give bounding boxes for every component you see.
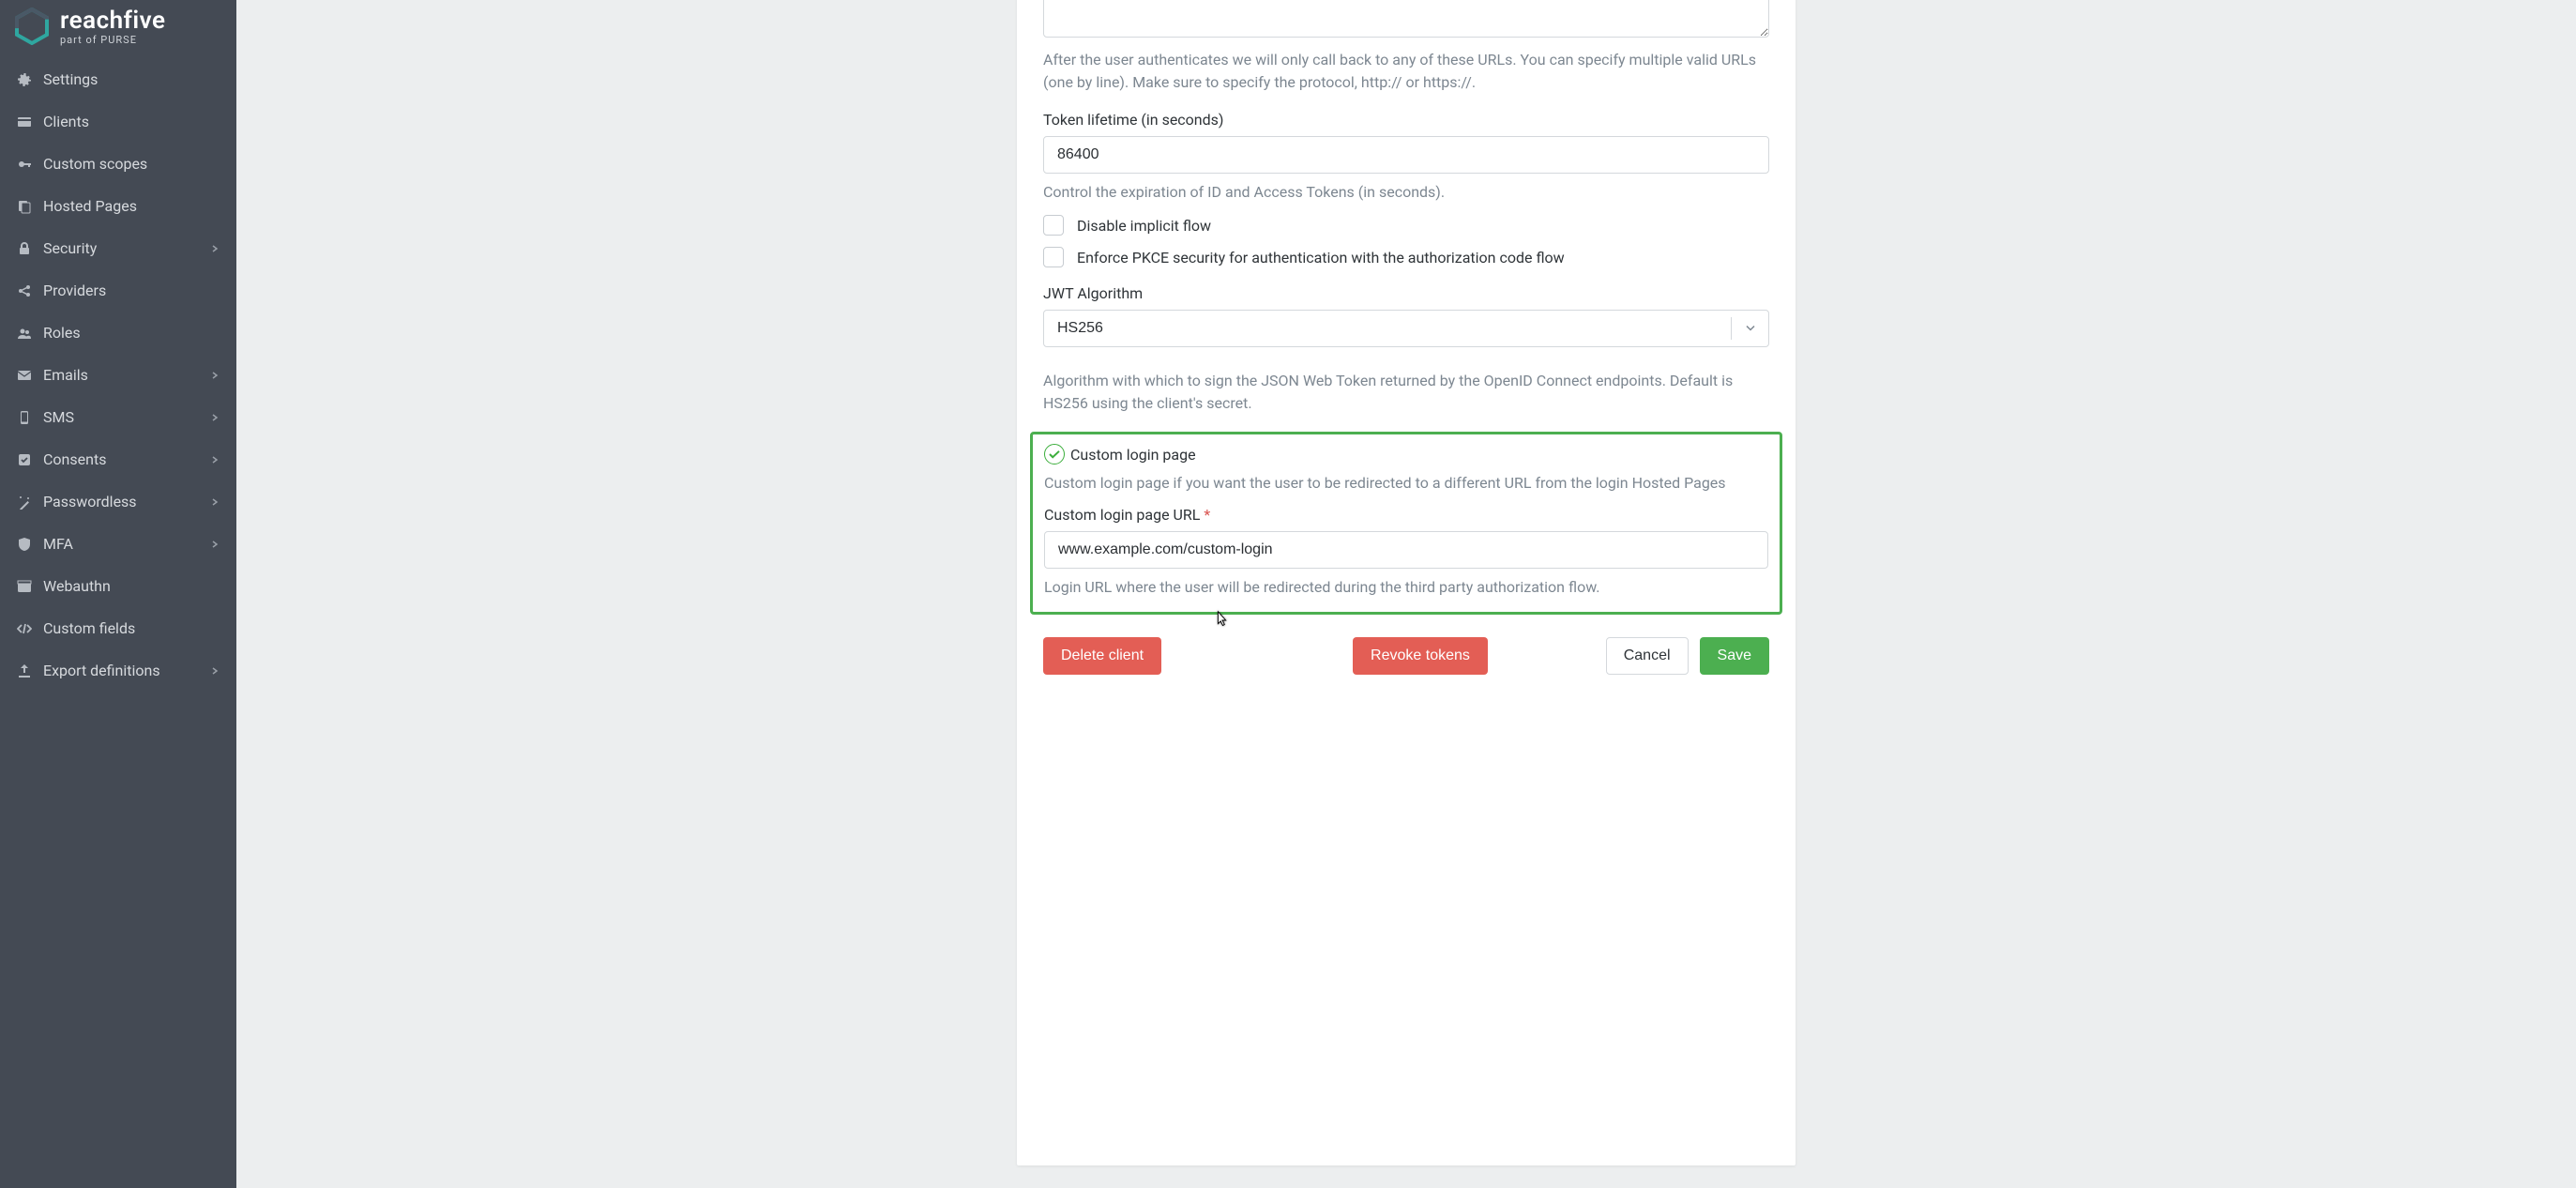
- sidebar-item-hosted-pages[interactable]: Hosted Pages: [0, 185, 236, 227]
- chevron-right-icon: [210, 408, 220, 426]
- token-lifetime-input[interactable]: [1043, 136, 1769, 174]
- sidebar-item-clients[interactable]: Clients: [0, 100, 236, 143]
- chevron-right-icon: [210, 662, 220, 679]
- gear-icon: [17, 72, 43, 87]
- sidebar-item-label: Custom fields: [43, 619, 135, 637]
- allowed-callback-urls-input[interactable]: [1043, 0, 1769, 38]
- save-button[interactable]: Save: [1700, 637, 1769, 675]
- custom-login-page-hint: Custom login page if you want the user t…: [1044, 472, 1768, 495]
- sidebar-item-label: Settings: [43, 70, 98, 88]
- custom-login-page-label: Custom login page: [1070, 446, 1196, 464]
- pages-icon: [17, 199, 43, 214]
- chevron-right-icon: [210, 535, 220, 553]
- sidebar-item-security[interactable]: Security: [0, 227, 236, 269]
- sidebar: reachfive part of PURSE Settings Clients C…: [0, 0, 236, 1188]
- brand-mark-icon: [13, 8, 51, 45]
- enforce-pkce-checkbox[interactable]: [1043, 247, 1064, 267]
- custom-login-url-input[interactable]: [1044, 531, 1768, 569]
- sidebar-item-label: Providers: [43, 282, 106, 299]
- disable-implicit-flow-label: Disable implicit flow: [1077, 217, 1211, 235]
- token-lifetime-label: Token lifetime (in seconds): [1043, 111, 1769, 129]
- main-content: After the user authenticates we will onl…: [236, 0, 2576, 1188]
- sidebar-item-mfa[interactable]: MFA: [0, 523, 236, 565]
- sidebar-item-passwordless[interactable]: Passwordless: [0, 480, 236, 523]
- users-icon: [17, 326, 43, 341]
- sidebar-item-providers[interactable]: Providers: [0, 269, 236, 312]
- jwt-algorithm-hint: Algorithm with which to sign the JSON We…: [1043, 370, 1769, 415]
- sidebar-item-label: MFA: [43, 535, 73, 553]
- shield-icon: [17, 537, 43, 552]
- custom-login-page-checkbox[interactable]: [1044, 444, 1065, 465]
- envelope-icon: [17, 368, 43, 383]
- chevron-right-icon: [210, 493, 220, 510]
- cancel-button[interactable]: Cancel: [1606, 637, 1689, 675]
- custom-login-page-section: Custom login page Custom login page if y…: [1030, 432, 1782, 615]
- lock-icon: [17, 241, 43, 256]
- enforce-pkce-label: Enforce PKCE security for authentication…: [1077, 249, 1565, 267]
- sidebar-item-label: Custom scopes: [43, 155, 147, 173]
- required-asterisk: *: [1204, 506, 1210, 524]
- export-icon: [17, 663, 43, 678]
- sidebar-item-label: Security: [43, 239, 97, 257]
- sidebar-item-label: Webauthn: [43, 577, 111, 595]
- sidebar-item-label: Roles: [43, 324, 81, 342]
- sidebar-item-label: Passwordless: [43, 493, 137, 510]
- sidebar-item-custom-scopes[interactable]: Custom scopes: [0, 143, 236, 185]
- sidebar-item-label: Export definitions: [43, 662, 160, 679]
- chevron-right-icon: [210, 450, 220, 468]
- browser-icon: [17, 579, 43, 594]
- sidebar-item-label: Emails: [43, 366, 88, 384]
- sidebar-item-emails[interactable]: Emails: [0, 354, 236, 396]
- card-icon: [17, 114, 43, 129]
- chevron-right-icon: [210, 239, 220, 257]
- brand-tagline: part of PURSE: [60, 35, 166, 45]
- brand-name: reachfive: [60, 8, 166, 33]
- sidebar-item-sms[interactable]: SMS: [0, 396, 236, 438]
- sidebar-item-label: Clients: [43, 113, 89, 130]
- sidebar-item-custom-fields[interactable]: Custom fields: [0, 607, 236, 649]
- custom-login-url-hint: Login URL where the user will be redirec…: [1044, 576, 1768, 599]
- phone-icon: [17, 410, 43, 425]
- sidebar-item-label: SMS: [43, 408, 74, 426]
- sidebar-item-export-definitions[interactable]: Export definitions: [0, 649, 236, 692]
- revoke-tokens-button[interactable]: Revoke tokens: [1353, 637, 1488, 675]
- sidebar-item-label: Hosted Pages: [43, 197, 137, 215]
- sidebar-item-consents[interactable]: Consents: [0, 438, 236, 480]
- delete-client-button[interactable]: Delete client: [1043, 637, 1161, 675]
- wand-icon: [17, 495, 43, 510]
- share-icon: [17, 283, 43, 298]
- client-settings-panel: After the user authenticates we will onl…: [1017, 0, 1796, 1165]
- allowed-callback-urls-hint: After the user authenticates we will onl…: [1043, 49, 1769, 94]
- disable-implicit-flow-checkbox[interactable]: [1043, 215, 1064, 236]
- chevron-right-icon: [210, 366, 220, 384]
- sidebar-nav: Settings Clients Custom scopes Hosted Pages…: [0, 58, 236, 692]
- brand-logo: reachfive part of PURSE: [0, 0, 236, 54]
- form-actions: Delete client Revoke tokens Cancel Save: [1043, 637, 1769, 675]
- custom-login-url-label: Custom login page URL*: [1044, 506, 1768, 524]
- check-square-icon: [17, 452, 43, 467]
- jwt-algorithm-select[interactable]: [1043, 310, 1769, 347]
- code-icon: [17, 621, 43, 636]
- sidebar-item-webauthn[interactable]: Webauthn: [0, 565, 236, 607]
- sidebar-item-label: Consents: [43, 450, 106, 468]
- sidebar-item-settings[interactable]: Settings: [0, 58, 236, 100]
- key-icon: [17, 157, 43, 172]
- sidebar-item-roles[interactable]: Roles: [0, 312, 236, 354]
- jwt-algorithm-label: JWT Algorithm: [1043, 284, 1769, 302]
- token-lifetime-hint: Control the expiration of ID and Access …: [1043, 181, 1769, 204]
